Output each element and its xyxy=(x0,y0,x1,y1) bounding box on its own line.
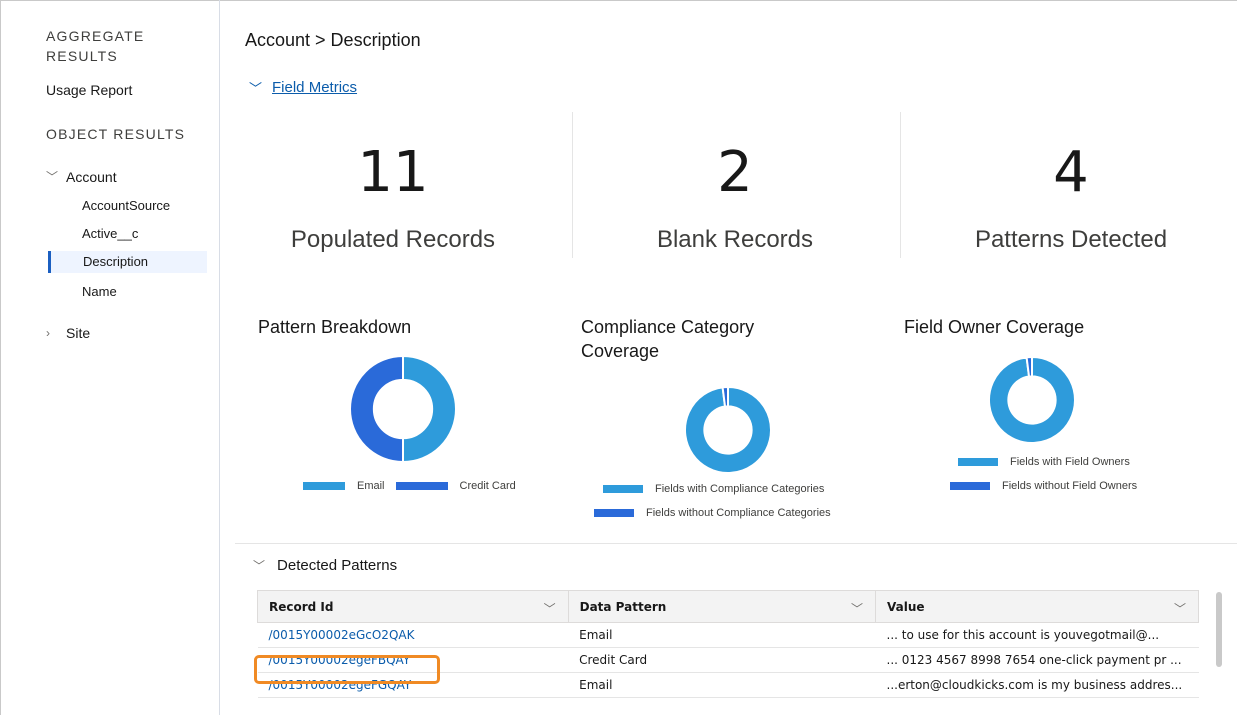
owner-legend-item-without: Fields without Field Owners xyxy=(950,480,1137,492)
data-pattern-cell: Email xyxy=(568,622,876,648)
sidebar: AGGREGATE RESULTS Usage Report OBJECT RE… xyxy=(20,0,220,715)
tree-item-description[interactable]: Description xyxy=(48,251,207,273)
tree-item-accountsource[interactable]: AccountSource xyxy=(82,198,170,213)
donut-slice-email xyxy=(402,355,457,463)
column-header-data-pattern[interactable]: Data Pattern ﹀ xyxy=(567,590,877,623)
tree-item-site-label: Site xyxy=(66,325,91,341)
sidebar-item-usage-report[interactable]: Usage Report xyxy=(46,82,132,98)
tree-item-account[interactable]: ﹀ Account xyxy=(46,168,117,185)
chart-title-compliance-coverage: Compliance Category Coverage xyxy=(581,317,755,361)
metric-label: Patterns Detected xyxy=(974,226,1168,253)
legend-swatch-email xyxy=(303,482,345,490)
chevron-down-icon[interactable]: ﹀ xyxy=(544,600,556,617)
section-divider xyxy=(235,543,1237,544)
column-header-label: Record Id xyxy=(269,599,334,614)
metric-blank-records: 2 Blank Records xyxy=(575,110,895,258)
scrollbar-thumb[interactable] xyxy=(1216,592,1222,667)
value-cell: ... to use for this account is youvegotm… xyxy=(875,622,1199,648)
legend-swatch-credit-card xyxy=(395,482,448,490)
chart-title-field-owner-coverage: Field Owner Coverage xyxy=(904,317,1085,337)
compliance-coverage-donut xyxy=(684,386,772,474)
data-pattern-cell: Email xyxy=(568,672,876,698)
column-header-label: Data Pattern xyxy=(579,599,667,614)
divider xyxy=(900,112,901,258)
metric-label: Populated Records xyxy=(290,226,496,253)
legend-label-email: Email xyxy=(357,480,385,492)
owner-legend-item-with: Fields with Field Owners xyxy=(958,456,1130,468)
tree-item-name[interactable]: Name xyxy=(82,284,117,299)
donut-slice-credit-card xyxy=(349,355,404,463)
value-cell: ...erton@cloudkicks.com is my business a… xyxy=(875,672,1199,698)
chevron-down-icon[interactable]: ﹀ xyxy=(1174,600,1186,617)
metric-patterns-detected: 4 Patterns Detected xyxy=(911,110,1231,258)
table-row: /0015Y00002eGcO2QAK Email ... to use for… xyxy=(257,622,1199,648)
aggregate-results-heading: AGGREGATE RESULTS xyxy=(46,28,145,64)
legend-swatch-with-owners xyxy=(958,458,998,466)
column-header-value[interactable]: Value ﹀ xyxy=(875,590,1199,623)
detected-patterns-label: Detected Patterns xyxy=(277,557,398,574)
divider xyxy=(572,112,573,258)
highlighted-record-annotation xyxy=(254,655,440,684)
chevron-down-icon[interactable]: ﹀ xyxy=(46,168,66,185)
compliance-legend-item-with: Fields with Compliance Categories xyxy=(603,483,824,495)
legend-label-credit-card: Credit Card xyxy=(459,480,516,492)
legend-label-without-owners: Fields without Field Owners xyxy=(1002,480,1138,492)
metric-value: 4 xyxy=(1053,140,1089,205)
legend-swatch-with-compliance xyxy=(603,485,643,493)
object-results-heading: OBJECT RESULTS xyxy=(46,126,186,142)
tree-item-site[interactable]: › Site xyxy=(46,325,90,341)
pattern-breakdown-legend: Email Credit Card xyxy=(303,480,516,492)
detected-patterns-toggle[interactable]: ﹀ Detected Patterns xyxy=(253,557,397,574)
data-pattern-cell: Credit Card xyxy=(568,647,876,673)
main-content: Account > Description ﹀ Field Metrics 11… xyxy=(221,0,1237,715)
metric-value: 11 xyxy=(357,140,429,205)
compliance-legend-item-without: Fields without Compliance Categories xyxy=(594,507,831,519)
chart-title-pattern-breakdown: Pattern Breakdown xyxy=(258,317,412,337)
column-header-record-id[interactable]: Record Id ﹀ xyxy=(257,590,569,623)
chevron-down-icon: ﹀ xyxy=(253,559,266,573)
metric-populated-records: 11 Populated Records xyxy=(233,110,553,258)
field-metrics-link[interactable]: Field Metrics xyxy=(272,79,357,96)
record-id-link[interactable]: /0015Y00002eGcO2QAK xyxy=(257,622,569,648)
tree-item-active-c[interactable]: Active__c xyxy=(82,226,138,241)
metric-value: 2 xyxy=(717,140,753,205)
field-metrics-toggle[interactable]: ﹀ Field Metrics xyxy=(249,78,357,97)
legend-swatch-without-owners xyxy=(950,482,990,490)
pattern-breakdown-donut xyxy=(349,355,457,463)
chevron-right-icon[interactable]: › xyxy=(46,326,66,340)
field-owner-coverage-donut xyxy=(988,356,1076,444)
metric-label: Blank Records xyxy=(656,226,814,253)
table-scrollbar[interactable] xyxy=(1214,590,1224,715)
legend-swatch-without-compliance xyxy=(594,509,634,517)
tree-item-account-label: Account xyxy=(66,168,117,185)
value-cell: ... 0123 4567 8998 7654 one-click paymen… xyxy=(875,647,1199,673)
legend-label-with-owners: Fields with Field Owners xyxy=(1010,456,1130,468)
chevron-down-icon[interactable]: ﹀ xyxy=(851,600,863,617)
chevron-down-icon: ﹀ xyxy=(249,81,263,96)
legend-label-without-compliance: Fields without Compliance Categories xyxy=(646,507,831,519)
column-header-label: Value xyxy=(887,599,925,614)
page-title: Account > Description xyxy=(245,30,421,50)
legend-label-with-compliance: Fields with Compliance Categories xyxy=(655,483,825,495)
